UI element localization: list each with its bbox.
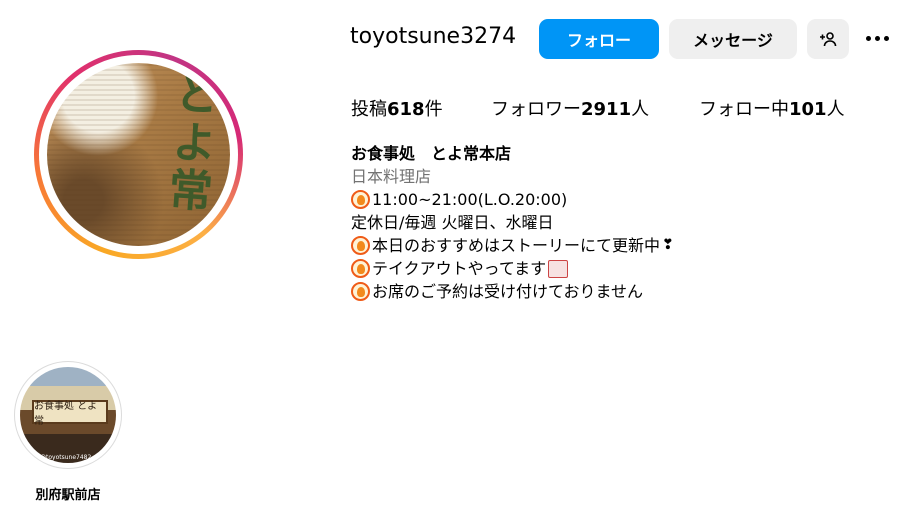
bio-line-2-text: テイクアウトやってます <box>372 259 547 278</box>
following-prefix: フォロー中 <box>699 99 789 120</box>
followers-prefix: フォロワー <box>491 99 581 120</box>
highlight-label[interactable]: 別府駅前店 <box>0 484 136 503</box>
posts-stat[interactable]: 投稿618件 <box>351 95 443 121</box>
bio-line-3: お席のご予約は受け付けておりません <box>351 280 674 303</box>
bio-line-3-text: お席のご予約は受け付けておりません <box>372 282 644 301</box>
avatar-noren-text: とよ常 <box>159 69 220 217</box>
heart-exclamation-icon: ❣ <box>662 237 674 253</box>
message-button[interactable]: メッセージ <box>669 19 797 59</box>
suggested-users-button[interactable] <box>807 19 849 59</box>
followers-stat[interactable]: フォロワー2911人 <box>491 95 649 121</box>
username: toyotsune3274 <box>350 24 517 49</box>
fire-icon <box>351 282 370 301</box>
fire-icon <box>351 259 370 278</box>
posts-count: 618 <box>387 99 425 120</box>
bento-icon <box>548 259 569 278</box>
story-highlight[interactable]: お食事処 とよ常 @toyotsune7482 <box>14 361 122 469</box>
bio-line-1-text: 本日のおすすめはストーリーにて更新中 <box>372 236 661 255</box>
following-stat[interactable]: フォロー中101人 <box>699 95 845 121</box>
following-count: 101 <box>789 99 827 120</box>
following-suffix: 人 <box>826 99 845 120</box>
category-label: 日本料理店 <box>351 167 432 186</box>
more-icon[interactable] <box>866 30 894 46</box>
bio: お食事処 とよ常本店 日本料理店 11:00~21:00(L.O.20:00) … <box>351 142 674 303</box>
follow-button[interactable]: フォロー <box>539 19 659 59</box>
bio-hours-line: 11:00~21:00(L.O.20:00) <box>351 188 674 211</box>
followers-suffix: 人 <box>631 99 650 120</box>
followers-count: 2911 <box>581 99 632 120</box>
bio-hours: 11:00~21:00(L.O.20:00) <box>372 190 568 209</box>
fire-icon <box>351 190 370 209</box>
bio-closed: 定休日/毎週 火曜日、水曜日 <box>351 213 554 232</box>
display-name: お食事処 とよ常本店 <box>351 144 512 163</box>
bio-line-1: 本日のおすすめはストーリーにて更新中 ❣ <box>351 234 674 257</box>
fire-icon <box>351 236 370 255</box>
highlight-shop-sign: お食事処 とよ常 <box>32 400 108 427</box>
story-ring[interactable]: とよ常 <box>34 50 243 259</box>
bio-closed-line: 定休日/毎週 火曜日、水曜日 <box>351 211 674 234</box>
person-add-icon <box>820 32 837 47</box>
bio-line-2: テイクアウトやってます <box>351 257 674 280</box>
profile-avatar[interactable]: とよ常 <box>47 63 230 246</box>
posts-suffix: 件 <box>424 99 443 120</box>
posts-prefix: 投稿 <box>351 99 387 120</box>
highlight-cover: お食事処 とよ常 @toyotsune7482 <box>20 367 116 463</box>
highlight-handle: @toyotsune7482 <box>40 454 92 461</box>
